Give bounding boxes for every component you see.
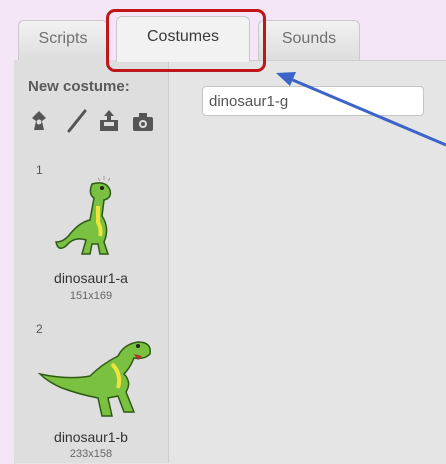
dinosaur1-b-thumbnail[interactable] bbox=[38, 334, 156, 422]
brush-icon[interactable] bbox=[64, 108, 90, 134]
tab-sounds[interactable]: Sounds bbox=[258, 20, 360, 62]
costume-name-input[interactable] bbox=[202, 86, 424, 116]
camera-icon[interactable] bbox=[130, 108, 156, 134]
costume-size-1: 151x169 bbox=[69, 290, 113, 302]
paint-icon[interactable] bbox=[26, 108, 52, 134]
dinosaur1-a-thumbnail[interactable] bbox=[54, 176, 138, 260]
costume-size-2: 233x158 bbox=[69, 448, 113, 460]
upload-icon[interactable] bbox=[96, 108, 122, 134]
tab-scripts[interactable]: Scripts bbox=[18, 20, 108, 62]
costume-name-1: dinosaur1-a bbox=[54, 270, 128, 286]
costumes-tab-highlight bbox=[106, 9, 266, 72]
costume-number-1: 1 bbox=[36, 163, 43, 177]
costume-name-2: dinosaur1-b bbox=[54, 429, 128, 445]
new-costume-label: New costume: bbox=[28, 78, 130, 95]
